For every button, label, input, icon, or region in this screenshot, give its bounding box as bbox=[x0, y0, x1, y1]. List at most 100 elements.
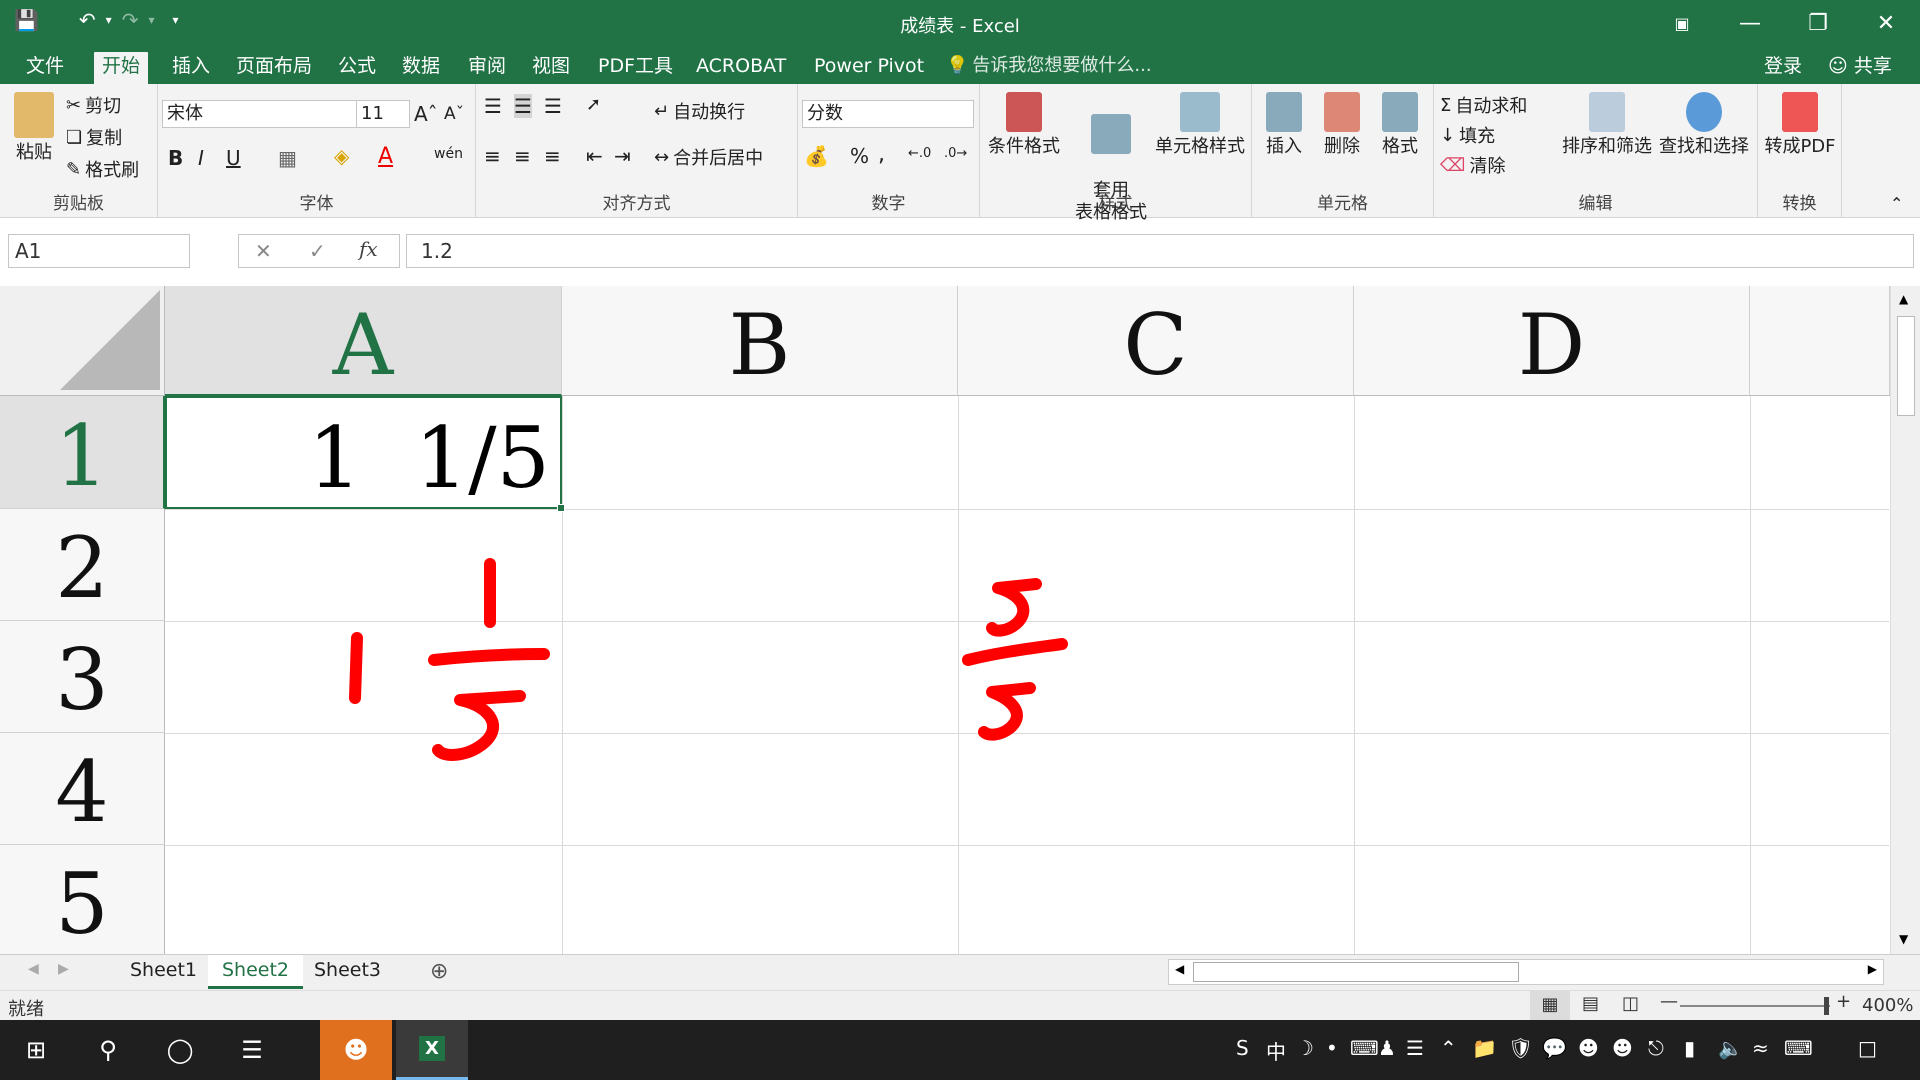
format-painter-button[interactable]: ✎ 格式刷 bbox=[66, 156, 139, 182]
comma-button[interactable]: , bbox=[878, 142, 885, 167]
column-header-a[interactable]: A bbox=[165, 286, 562, 396]
scroll-left-icon[interactable]: ◀ bbox=[1175, 962, 1184, 976]
decrease-indent-icon[interactable]: ⇤ bbox=[586, 144, 603, 168]
sheet-tab-1[interactable]: Sheet1 bbox=[116, 955, 211, 989]
sheet-tab-3[interactable]: Sheet3 bbox=[300, 955, 395, 989]
ime-sogou-icon[interactable]: S bbox=[1236, 1036, 1249, 1060]
column-header-e[interactable] bbox=[1750, 286, 1890, 396]
scroll-down-icon[interactable]: ▼ bbox=[1899, 932, 1908, 946]
fill-handle[interactable] bbox=[557, 504, 565, 512]
tab-insert[interactable]: 插入 bbox=[164, 52, 218, 84]
decrease-decimal-icon[interactable]: .0→ bbox=[944, 146, 967, 161]
insert-function-icon[interactable]: fx bbox=[359, 237, 378, 261]
select-all-button[interactable] bbox=[0, 286, 165, 396]
delete-cells-button[interactable]: 删除 bbox=[1316, 92, 1368, 158]
column-header-b[interactable]: B bbox=[562, 286, 958, 396]
wrap-text-button[interactable]: ↵ 自动换行 bbox=[654, 98, 745, 124]
close-button[interactable]: ✕ bbox=[1852, 0, 1920, 46]
zoom-in-icon[interactable]: + bbox=[1836, 991, 1851, 1012]
borders-icon[interactable]: ▦ bbox=[278, 146, 297, 170]
task-view-icon[interactable]: ☰ bbox=[216, 1020, 288, 1080]
row-header-4[interactable]: 4 bbox=[0, 733, 165, 845]
share-button[interactable]: ☺ 共享 bbox=[1820, 52, 1900, 84]
collapse-ribbon-icon[interactable]: ⌃ bbox=[1890, 194, 1903, 213]
battery-tray-icon[interactable]: ▮ bbox=[1684, 1036, 1695, 1060]
excel-app-icon[interactable]: X bbox=[396, 1020, 468, 1080]
name-box[interactable]: A1 bbox=[8, 234, 190, 268]
zoom-level[interactable]: 400% bbox=[1862, 995, 1913, 1016]
sort-filter-button[interactable]: 排序和筛选 bbox=[1560, 92, 1654, 158]
row-header-2[interactable]: 2 bbox=[0, 509, 165, 621]
copy-button[interactable]: ❏ 复制 bbox=[66, 124, 122, 150]
tab-acrobat[interactable]: ACROBAT bbox=[688, 52, 794, 84]
restore-button[interactable]: ❐ bbox=[1784, 0, 1852, 46]
security-tray-icon[interactable]: 🛡 bbox=[1508, 1036, 1533, 1060]
usb-tray-icon[interactable]: ⎋ bbox=[1648, 1036, 1664, 1060]
insert-cells-button[interactable]: 插入 bbox=[1258, 92, 1310, 158]
volume-tray-icon[interactable]: 🔈 bbox=[1718, 1036, 1743, 1060]
clear-button[interactable]: ⌫ 清除 bbox=[1440, 152, 1505, 178]
currency-icon[interactable]: 💰 bbox=[804, 144, 829, 168]
row-header-3[interactable]: 3 bbox=[0, 621, 165, 733]
format-cells-button[interactable]: 格式 bbox=[1374, 92, 1426, 158]
row-header-5[interactable]: 5 bbox=[0, 845, 165, 954]
paste-button[interactable]: 粘贴 bbox=[8, 92, 60, 164]
ime-user-icon[interactable]: ♟ bbox=[1378, 1036, 1396, 1060]
italic-button[interactable]: I bbox=[198, 146, 204, 170]
qq2-tray-icon[interactable]: ☻ bbox=[1612, 1036, 1633, 1060]
decrease-font-icon[interactable]: Aˇ bbox=[444, 104, 464, 124]
normal-view-icon[interactable]: ▦ bbox=[1530, 991, 1570, 1021]
font-color-icon[interactable]: A bbox=[378, 144, 393, 169]
tab-home[interactable]: 开始 bbox=[94, 52, 149, 84]
zoom-slider[interactable] bbox=[1680, 1005, 1830, 1007]
align-left-icon[interactable]: ≡ bbox=[484, 144, 501, 168]
autosum-button[interactable]: Σ 自动求和 bbox=[1440, 92, 1527, 118]
vertical-scrollbar[interactable]: ▲ ▼ bbox=[1890, 286, 1920, 954]
cortana-icon[interactable]: ◯ bbox=[144, 1020, 216, 1080]
sheet-tab-2[interactable]: Sheet2 bbox=[208, 955, 304, 989]
bottom-align-icon[interactable]: ☰ bbox=[544, 94, 562, 118]
increase-indent-icon[interactable]: ⇥ bbox=[614, 144, 631, 168]
conditional-format-button[interactable]: 条件格式 bbox=[984, 92, 1064, 158]
fill-button[interactable]: ↓ 填充 bbox=[1440, 122, 1495, 148]
chat-tray-icon[interactable]: 💬 bbox=[1542, 1036, 1567, 1060]
bold-button[interactable]: B bbox=[168, 146, 183, 170]
font-size-select[interactable]: 11 bbox=[356, 100, 410, 128]
increase-decimal-icon[interactable]: ←.0 bbox=[908, 146, 931, 161]
fill-color-icon[interactable]: ◈ bbox=[334, 144, 349, 168]
next-sheet-icon[interactable]: ▶ bbox=[58, 961, 69, 977]
underline-button[interactable]: U bbox=[226, 146, 241, 170]
tab-data[interactable]: 数据 bbox=[394, 52, 448, 84]
horizontal-scrollbar[interactable]: ◀ ▶ bbox=[1168, 959, 1884, 985]
number-format-select[interactable]: 分数 bbox=[802, 100, 974, 128]
ribbon-display-options-icon[interactable]: ▣ bbox=[1648, 0, 1716, 46]
qq-tray-icon[interactable]: ☻ bbox=[1578, 1036, 1599, 1060]
ime-punct-icon[interactable]: • bbox=[1326, 1036, 1338, 1060]
tab-pdf-tools[interactable]: PDF工具 bbox=[590, 52, 681, 84]
zoom-out-icon[interactable]: — bbox=[1660, 991, 1678, 1012]
page-break-view-icon[interactable]: ◫ bbox=[1622, 993, 1639, 1014]
cancel-icon[interactable]: ✕ bbox=[255, 239, 272, 263]
notifications-icon[interactable]: □ bbox=[1858, 1036, 1877, 1060]
tell-me-box[interactable]: 💡 告诉我您想要做什么... bbox=[938, 52, 1160, 84]
tab-formulas[interactable]: 公式 bbox=[330, 52, 384, 84]
cell-styles-button[interactable]: 单元格样式 bbox=[1150, 92, 1250, 158]
minimize-button[interactable]: — bbox=[1716, 0, 1784, 46]
qq-app-icon[interactable]: ☻ bbox=[320, 1020, 392, 1080]
tab-review[interactable]: 审阅 bbox=[460, 52, 514, 84]
prev-sheet-icon[interactable]: ◀ bbox=[28, 961, 39, 977]
windows-start-icon[interactable]: ⊞ bbox=[0, 1020, 72, 1080]
tab-power-pivot[interactable]: Power Pivot bbox=[806, 52, 932, 84]
scroll-up-icon[interactable]: ▲ bbox=[1899, 292, 1908, 306]
phonetic-guide-icon[interactable]: wén bbox=[434, 146, 463, 162]
page-layout-view-icon[interactable]: ▤ bbox=[1582, 993, 1599, 1014]
middle-align-icon[interactable]: ☰ bbox=[514, 94, 532, 118]
column-header-c[interactable]: C bbox=[958, 286, 1354, 396]
ime-menu-icon[interactable]: ☰ bbox=[1406, 1036, 1424, 1060]
top-align-icon[interactable]: ☰ bbox=[484, 94, 502, 118]
orientation-icon[interactable]: ➚ bbox=[586, 94, 601, 115]
increase-font-icon[interactable]: Aˆ bbox=[414, 102, 438, 126]
ime-chinese-icon[interactable]: 中 bbox=[1266, 1036, 1286, 1065]
ime-keyboard-icon[interactable]: ⌨ bbox=[1350, 1036, 1379, 1060]
folder-tray-icon[interactable]: 📁 bbox=[1472, 1036, 1497, 1060]
